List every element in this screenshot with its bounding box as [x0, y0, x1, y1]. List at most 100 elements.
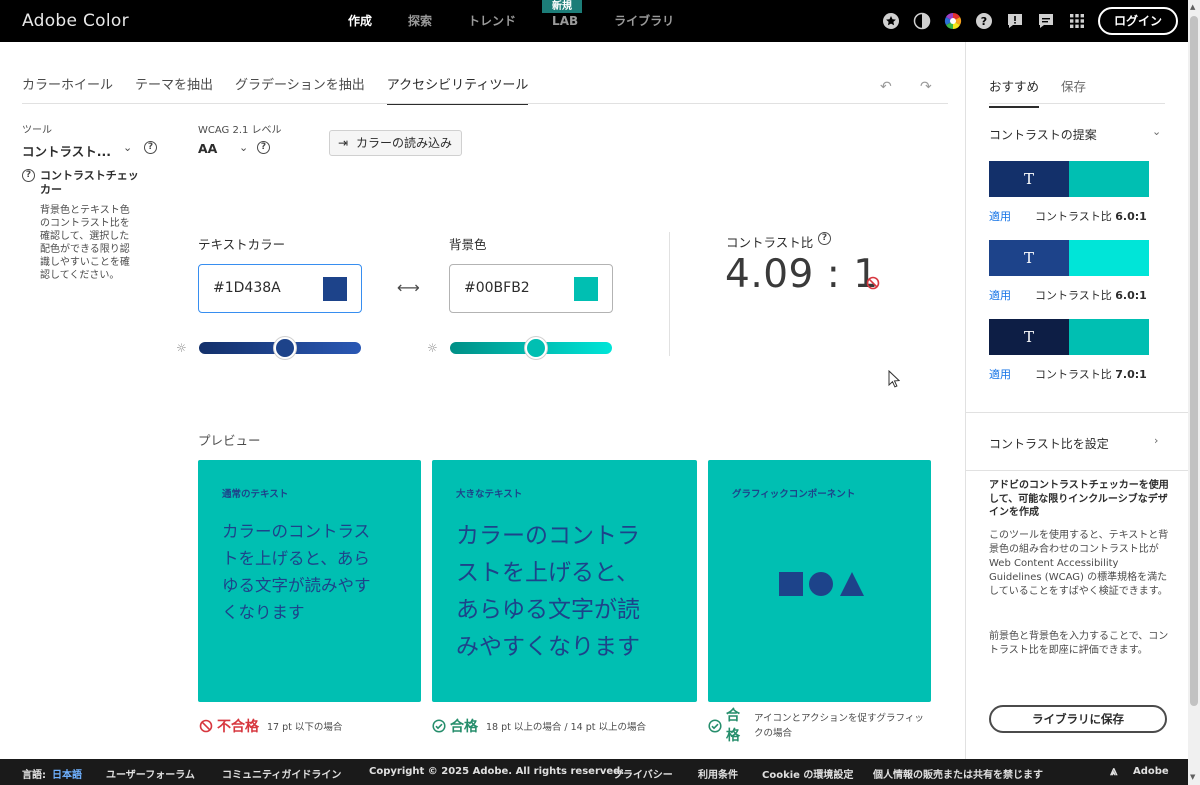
- header-icons: ?: [882, 12, 1086, 30]
- slider-handle[interactable]: [274, 337, 296, 359]
- contrast-mode-icon[interactable]: [913, 12, 931, 30]
- apps-grid-icon[interactable]: [1068, 12, 1086, 30]
- nav-lab[interactable]: LAB: [552, 0, 578, 42]
- wcag-label: WCAG 2.1 レベル: [198, 125, 282, 136]
- contrast-checker-title: コントラストチェッカー: [40, 169, 139, 196]
- language-selector[interactable]: 日本語: [52, 766, 82, 781]
- import-colors-button[interactable]: ⇥ カラーの読み込み: [329, 130, 462, 156]
- nav-create[interactable]: 作成: [348, 0, 372, 42]
- footer-link-privacy[interactable]: プライバシー: [613, 766, 673, 781]
- suggestion-text-swatch: T: [989, 161, 1069, 197]
- chevron-down-icon[interactable]: ⌄: [1152, 125, 1161, 138]
- footer-link-forum[interactable]: ユーザーフォーラム: [106, 766, 195, 781]
- result-word: 不合格: [217, 719, 259, 735]
- adobe-logo-icon[interactable]: ⩓: [1110, 764, 1117, 779]
- pass-icon: [708, 719, 722, 733]
- apply-link[interactable]: 適用: [989, 289, 1011, 302]
- suggestion-meta-1: 適用 コントラスト比 6.0:1: [989, 208, 1147, 224]
- brand-logo[interactable]: Adobe Color: [22, 11, 129, 31]
- tab-extract-theme[interactable]: テーマを抽出: [135, 74, 213, 105]
- contrast-ratio-label: コントラスト比: [726, 235, 814, 250]
- contrast-suggestions-title[interactable]: コントラストの提案: [989, 126, 1097, 143]
- chat-icon[interactable]: [1037, 12, 1055, 30]
- footer-link-do-not-sell[interactable]: 個人情報の販売または共有を禁じます: [873, 766, 1043, 781]
- top-bar: Adobe Color 新規 作成 探索 トレンド LAB ライブラリ ? ログ…: [0, 0, 1188, 42]
- swap-colors-icon[interactable]: ⟷: [397, 278, 420, 297]
- help-icon: ?: [22, 169, 35, 182]
- ratio-label: コントラスト比: [1035, 210, 1112, 223]
- help-icon[interactable]: ?: [257, 141, 270, 154]
- triangle-shape-icon: [840, 572, 864, 596]
- bg-color-swatch[interactable]: [574, 277, 598, 301]
- promo-paragraph: このツールを使用すると、テキストと背景色の組み合わせのコントラスト比が Web …: [989, 530, 1169, 597]
- bg-color-brightness-slider[interactable]: [450, 337, 612, 359]
- scroll-up-icon[interactable]: ▲: [1190, 3, 1195, 11]
- suggestion-text-swatch: T: [989, 240, 1069, 276]
- ratio-label: コントラスト比: [1035, 289, 1112, 302]
- suggestion-swatch-3[interactable]: T: [989, 319, 1149, 355]
- brightness-icon: ☼: [176, 341, 187, 355]
- help-icon[interactable]: ?: [144, 141, 157, 154]
- bg-color-field[interactable]: #00BFB2: [449, 264, 613, 313]
- page-scrollbar[interactable]: ▲ ▼: [1188, 0, 1200, 785]
- star-badge-icon[interactable]: [882, 12, 900, 30]
- wcag-level-dropdown[interactable]: AA: [198, 141, 217, 156]
- nav-library[interactable]: ライブラリ: [614, 0, 674, 42]
- pass-icon: [432, 719, 446, 733]
- create-tabs: カラーホイール テーマを抽出 グラデーションを抽出 アクセシビリティツール: [22, 74, 550, 105]
- suggestion-bg-swatch: [1069, 161, 1149, 197]
- bg-color-hex[interactable]: #00BFB2: [464, 280, 530, 296]
- tool-dropdown[interactable]: コントラスト...: [22, 141, 111, 160]
- mouse-cursor-icon: [888, 369, 901, 392]
- footer-link-cookie[interactable]: Cookie の環境設定: [762, 766, 853, 781]
- right-panel-divider: [965, 42, 966, 759]
- ratio-value: 6.0:1: [1115, 289, 1147, 302]
- text-color-field[interactable]: #1D438A: [198, 264, 362, 313]
- set-contrast-ratio[interactable]: コントラスト比を設定: [989, 435, 1109, 452]
- preview-card-normal-text: 通常のテキスト カラーのコントラストを上げると、あらゆる文字が読みやすくなります: [198, 460, 421, 702]
- text-color-swatch[interactable]: [323, 277, 347, 301]
- apply-link[interactable]: 適用: [989, 210, 1011, 223]
- footer-link-guidelines[interactable]: コミュニティガイドライン: [222, 766, 341, 781]
- help-icon[interactable]: ?: [818, 232, 831, 245]
- chevron-down-icon[interactable]: ⌄: [123, 141, 132, 154]
- save-to-library-button[interactable]: ライブラリに保存: [989, 705, 1167, 733]
- text-color-hex[interactable]: #1D438A: [213, 280, 281, 296]
- preview-label: プレビュー: [198, 433, 261, 448]
- chevron-down-icon[interactable]: ⌄: [239, 141, 248, 154]
- nav-trends[interactable]: トレンド: [468, 0, 516, 42]
- section-divider: [669, 232, 670, 356]
- language-label: 言語:: [22, 770, 46, 781]
- ratio-value: 6.0:1: [1115, 210, 1147, 223]
- suggestion-swatch-2[interactable]: T: [989, 240, 1149, 276]
- footer-link-terms[interactable]: 利用条件: [698, 766, 738, 781]
- scrollbar-thumb[interactable]: [1190, 16, 1198, 706]
- apply-link[interactable]: 適用: [989, 368, 1011, 381]
- promo-paragraph: 前景色と背景色を入力することで、コントラスト比を即座に評価できます。: [989, 631, 1169, 656]
- text-color-brightness-slider[interactable]: [199, 337, 361, 359]
- slider-handle[interactable]: [525, 337, 547, 359]
- scroll-down-icon[interactable]: ▼: [1190, 773, 1195, 781]
- login-button[interactable]: ログイン: [1098, 7, 1178, 35]
- feedback-icon[interactable]: [1006, 12, 1024, 30]
- tab-accessibility-tools[interactable]: アクセシビリティツール: [386, 74, 529, 105]
- undo-icon[interactable]: ↶: [880, 79, 892, 95]
- redo-icon[interactable]: ↷: [920, 79, 932, 95]
- contrast-checker-description: 背景色とテキスト色のコントラスト比を確認して、選択した配色ができる限り認識しやす…: [40, 205, 130, 281]
- ratio-label: コントラスト比: [1035, 368, 1112, 381]
- help-icon[interactable]: ?: [975, 12, 993, 30]
- tab-extract-gradient[interactable]: グラデーションを抽出: [235, 74, 365, 105]
- suggestion-swatch-1[interactable]: T: [989, 161, 1149, 197]
- fail-icon: [866, 275, 880, 294]
- color-wheel-icon[interactable]: [944, 12, 962, 30]
- suggestion-bg-swatch: [1069, 319, 1149, 355]
- panel-divider: [966, 470, 1188, 471]
- square-shape-icon: [779, 572, 803, 596]
- adobe-wordmark[interactable]: Adobe: [1133, 766, 1169, 777]
- chevron-right-icon[interactable]: ›: [1154, 434, 1158, 447]
- bg-color-label: 背景色: [449, 237, 487, 252]
- preview-card-graphic: グラフィックコンポーネント: [708, 460, 931, 702]
- tab-color-wheel[interactable]: カラーホイール: [22, 74, 113, 105]
- nav-explore[interactable]: 探索: [408, 0, 432, 42]
- suggestion-meta-2: 適用 コントラスト比 6.0:1: [989, 287, 1147, 303]
